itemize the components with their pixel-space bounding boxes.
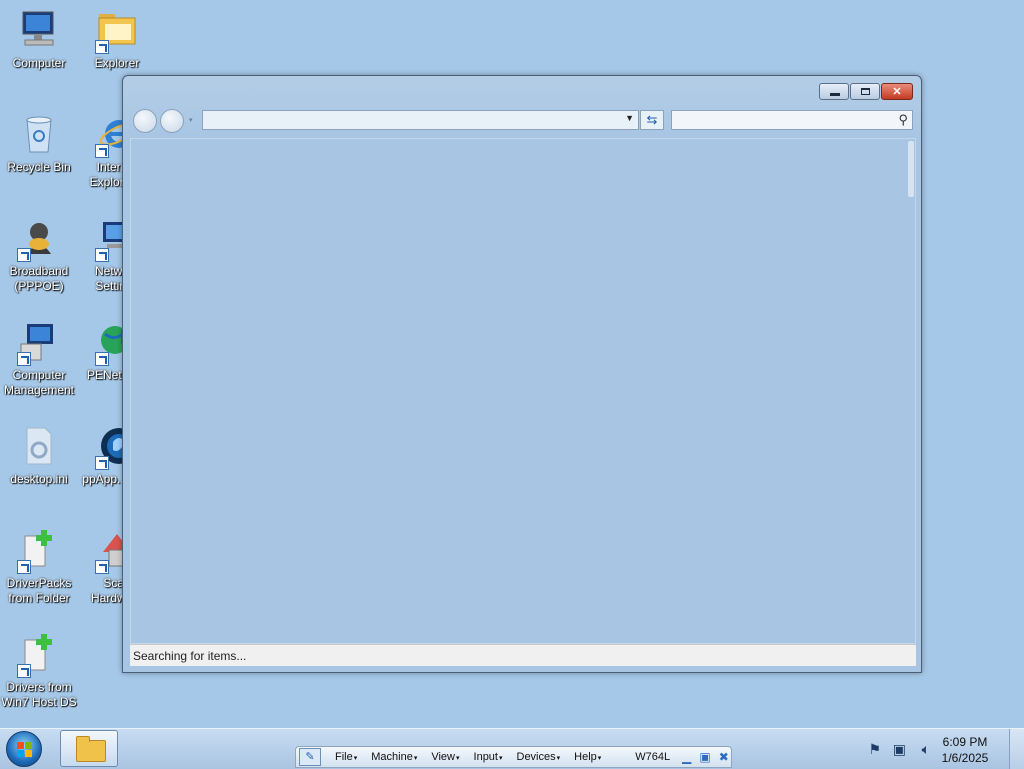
close-icon: ✕: [892, 86, 902, 98]
desktop-icon-label: Drivers from Win7 Host DS: [1, 680, 77, 709]
vm-menu-machine[interactable]: Machine: [371, 751, 417, 763]
desktop-icon-computer[interactable]: Computer: [0, 8, 78, 71]
vm-menu-input[interactable]: Input: [474, 751, 503, 763]
minimize-vm-icon[interactable]: ▁: [682, 750, 691, 764]
shortcut-arrow-icon: [95, 560, 109, 574]
shortcut-arrow-icon: [95, 144, 109, 158]
desktop-icon-driverpacks[interactable]: DriverPacks from Folder: [0, 528, 78, 606]
shortcut-arrow-icon: [17, 560, 31, 574]
desktop-icon-label: Broadband (PPPOE): [9, 264, 69, 293]
desktop-icon-computer-management[interactable]: Computer Management: [0, 320, 78, 398]
taskbar-explorer-button[interactable]: [60, 730, 118, 767]
maximize-button[interactable]: [850, 83, 880, 100]
explorer-window[interactable]: ✕ ▾ ▼ ⇆ ⚲ Searching for items...: [122, 75, 922, 673]
search-input[interactable]: ⚲: [671, 110, 913, 130]
driverpacks-icon: [17, 528, 61, 574]
file-list-area[interactable]: [130, 138, 916, 644]
shortcut-arrow-icon: [17, 352, 31, 366]
vertical-scrollbar[interactable]: [908, 141, 914, 197]
folder-icon: [76, 736, 106, 762]
shortcut-arrow-icon: [95, 248, 109, 262]
windows-logo-icon: [17, 742, 32, 757]
settings-file-icon: [17, 424, 61, 468]
desktop-icon-drivers-win7[interactable]: Drivers from Win7 Host DS: [0, 632, 78, 710]
vm-menu-devices[interactable]: Devices: [517, 751, 561, 763]
network-warning-icon[interactable]: ⚑: [868, 741, 881, 758]
shortcut-arrow-icon: [95, 352, 109, 366]
vm-menu-help[interactable]: Help: [574, 751, 601, 763]
desktop-icon-label: DriverPacks from Folder: [6, 576, 72, 605]
vm-name: W764L: [635, 751, 671, 763]
desktop-icon-label: Computer: [12, 56, 66, 70]
restore-vm-icon[interactable]: ▣: [699, 750, 710, 764]
computer-icon: [17, 8, 61, 52]
network-icon[interactable]: ▣: [893, 741, 906, 758]
back-button[interactable]: [133, 109, 157, 133]
broadband-icon: [17, 216, 61, 262]
desktop-icon-label: Recycle Bin: [7, 160, 71, 174]
close-vm-icon[interactable]: ✖: [719, 750, 729, 764]
forward-button[interactable]: [160, 109, 184, 133]
maximize-icon: [861, 88, 870, 95]
search-icon: ⚲: [898, 112, 908, 127]
clock-date: 1/6/2025: [941, 751, 989, 765]
desktop-icon-desktop-ini[interactable]: desktop.ini: [0, 424, 78, 487]
desktop-icon-explorer[interactable]: Explorer: [78, 8, 156, 71]
close-button[interactable]: ✕: [881, 83, 913, 100]
refresh-icon: ⇆: [646, 112, 658, 127]
refresh-button[interactable]: ⇆: [640, 110, 664, 130]
desktop-icon-label: desktop.ini: [10, 472, 68, 486]
vm-menu-view[interactable]: View: [431, 751, 459, 763]
pin-button[interactable]: ✎: [299, 748, 321, 766]
computer-management-icon: [17, 320, 61, 366]
desktop-icon-recycle-bin[interactable]: Recycle Bin: [0, 112, 78, 175]
pin-icon: ✎: [305, 751, 315, 763]
status-bar: Searching for items...: [130, 644, 916, 666]
vm-menu-file[interactable]: File: [335, 751, 357, 763]
recent-pages-dropdown-icon[interactable]: ▾: [189, 116, 193, 124]
shortcut-arrow-icon: [95, 40, 109, 54]
folder-icon: [95, 8, 139, 54]
vm-mini-toolbar: ✎ File Machine View Input Devices Help W…: [295, 746, 732, 768]
clock-time: 6:09 PM: [942, 735, 988, 749]
drivers-icon: [17, 632, 61, 678]
minimize-icon: [830, 93, 840, 96]
status-text: Searching for items...: [133, 649, 247, 663]
address-dropdown-icon[interactable]: ▼: [625, 113, 634, 123]
shortcut-arrow-icon: [17, 248, 31, 262]
desktop-icon-broadband[interactable]: Broadband (PPPOE): [0, 216, 78, 294]
minimize-button[interactable]: [819, 83, 849, 100]
caption-buttons: ✕: [819, 83, 913, 100]
clock[interactable]: 6:09 PM 1/6/2025: [935, 734, 995, 766]
shortcut-arrow-icon: [17, 664, 31, 678]
start-button[interactable]: [6, 731, 42, 767]
recycle-bin-icon: [17, 112, 61, 156]
shortcut-arrow-icon: [95, 456, 109, 470]
desktop-icon-label: Explorer: [94, 56, 140, 70]
desktop-icon-label: Computer Management: [3, 368, 75, 397]
volume-icon[interactable]: 🔈︎: [922, 741, 930, 758]
address-bar[interactable]: ▼: [202, 110, 639, 130]
show-desktop-button[interactable]: [1009, 729, 1024, 769]
